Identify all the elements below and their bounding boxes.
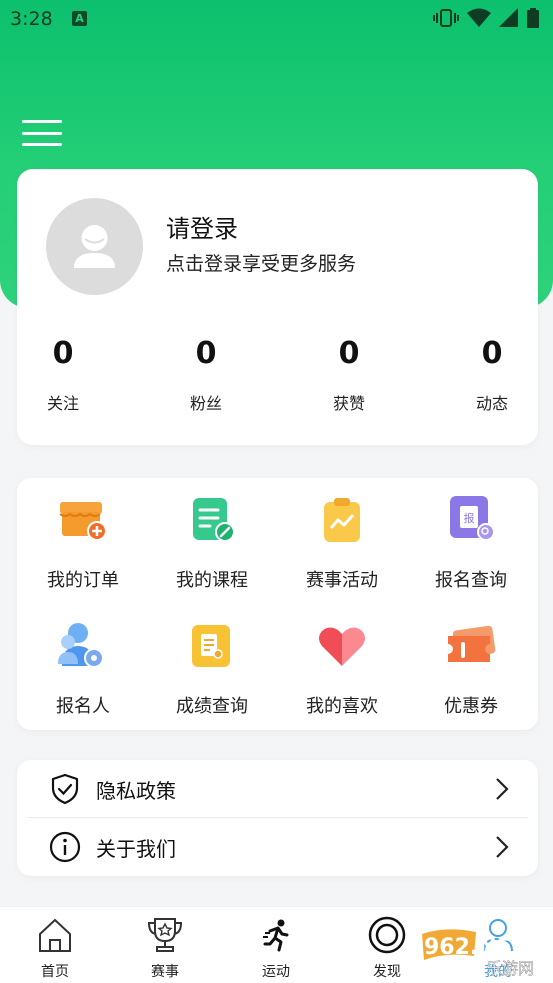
info-icon — [49, 831, 81, 863]
trophy-icon — [147, 918, 183, 952]
score-query-icon — [192, 625, 230, 667]
signal-icon — [499, 8, 518, 27]
feature-label: 赛事活动 — [306, 570, 378, 591]
feature-score-query[interactable]: 成绩查询 — [147, 620, 277, 718]
shield-check-icon — [51, 773, 79, 805]
login-title[interactable]: 请登录 — [166, 209, 238, 244]
vibrate-icon — [433, 9, 459, 27]
stat-value: 0 — [481, 336, 503, 371]
coupon-icon — [448, 625, 496, 662]
site-watermark: 962.NET 乐游网 — [416, 926, 550, 980]
home-icon — [39, 918, 71, 952]
status-icons — [433, 8, 539, 28]
feature-events[interactable]: 赛事活动 — [277, 494, 407, 592]
feature-label: 成绩查询 — [176, 696, 248, 717]
tab-label: 首页 — [41, 964, 69, 980]
stat-fans[interactable]: 0 粉丝 — [161, 334, 251, 414]
hamburger-menu-icon[interactable] — [22, 118, 62, 148]
event-activity-icon — [324, 498, 360, 542]
stat-following[interactable]: 0 关注 — [18, 334, 108, 414]
stat-label: 动态 — [475, 394, 508, 413]
profile-card: 请登录 点击登录享受更多服务 0 关注 0 粉丝 0 获赞 0 动态 — [17, 169, 538, 445]
registration-search-icon: 报 — [450, 496, 495, 541]
settings-list: 隐私政策 关于我们 — [17, 760, 538, 876]
notification-badge: A — [72, 11, 87, 26]
profile-stats: 0 关注 0 粉丝 0 获赞 0 动态 — [17, 334, 538, 424]
tab-events[interactable]: 赛事 — [110, 907, 220, 983]
feature-my-courses[interactable]: 我的课程 — [147, 494, 277, 592]
stat-label: 粉丝 — [189, 394, 222, 413]
status-bar: 3:28 A — [0, 0, 553, 38]
login-subtitle[interactable]: 点击登录享受更多服务 — [166, 249, 356, 276]
feature-registration-query[interactable]: 报 报名查询 — [406, 494, 536, 592]
feature-registrants[interactable]: 报名人 — [18, 620, 148, 718]
privacy-policy-row[interactable]: 隐私政策 — [17, 760, 538, 818]
stat-likes[interactable]: 0 获赞 — [304, 334, 394, 414]
stat-posts[interactable]: 0 动态 — [447, 334, 537, 414]
heart-icon — [319, 627, 365, 666]
feature-label: 报名人 — [56, 696, 110, 717]
discover-icon — [368, 916, 406, 954]
feature-label: 报名查询 — [435, 570, 507, 591]
list-item-label: 关于我们 — [96, 836, 176, 861]
feature-label: 我的喜欢 — [306, 696, 378, 717]
feature-coupons[interactable]: 优惠券 — [406, 620, 536, 718]
running-icon — [263, 919, 289, 952]
stat-value: 0 — [338, 336, 360, 371]
tab-label: 运动 — [262, 964, 290, 980]
list-item-label: 隐私政策 — [96, 778, 176, 803]
status-time: 3:28 — [10, 8, 53, 30]
registrant-icon — [58, 623, 104, 668]
shop-order-icon — [59, 502, 107, 541]
feature-my-likes[interactable]: 我的喜欢 — [277, 620, 407, 718]
wifi-icon — [467, 8, 491, 27]
feature-label: 我的课程 — [176, 570, 248, 591]
default-avatar-icon[interactable] — [46, 198, 143, 295]
chevron-right-icon — [496, 836, 509, 858]
battery-icon — [527, 8, 539, 28]
feature-grid: 我的订单 我的课程 赛事活动 报 报名查询 报名人 成绩查询 我的喜欢 优惠券 — [17, 478, 538, 730]
stat-label: 获赞 — [332, 394, 365, 413]
feature-label: 我的订单 — [47, 570, 119, 591]
about-us-row[interactable]: 关于我们 — [17, 818, 538, 876]
feature-label: 优惠券 — [444, 696, 498, 717]
stat-value: 0 — [195, 336, 217, 371]
stat-label: 关注 — [46, 394, 79, 413]
watermark-bottom: 乐游网 — [486, 959, 534, 978]
chevron-right-icon — [496, 778, 509, 800]
svg-text:报: 报 — [464, 511, 475, 525]
tab-sports[interactable]: 运动 — [221, 907, 331, 983]
watermark-top: 962.NET — [424, 935, 527, 960]
course-icon — [193, 498, 235, 542]
feature-my-orders[interactable]: 我的订单 — [18, 494, 148, 592]
stat-value: 0 — [52, 336, 74, 371]
tab-label: 赛事 — [151, 964, 179, 980]
tab-home[interactable]: 首页 — [0, 907, 110, 983]
